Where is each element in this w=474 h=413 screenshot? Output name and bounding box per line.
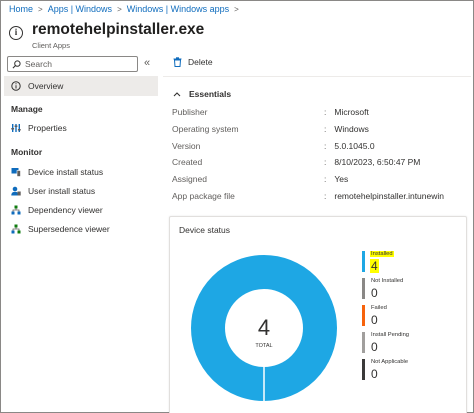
legend-value: 0: [371, 286, 378, 300]
sidebar-item-user-install-status[interactable]: User install status: [4, 181, 158, 201]
property-key: Publisher: [172, 107, 208, 117]
sidebar-item-label: Properties: [28, 123, 67, 133]
legend-color-bar: [362, 278, 365, 299]
essentials-properties: Publisher Microsoft Operating system Win…: [172, 107, 472, 208]
property-value: remotehelpinstaller.intunewin: [324, 191, 444, 201]
property-value: Windows: [324, 124, 368, 134]
search-icon: [12, 59, 21, 68]
chevron-right-icon: >: [117, 4, 122, 14]
legend-value: 0: [371, 367, 378, 381]
info-icon: [11, 81, 21, 91]
sidebar-item-overview[interactable]: Overview: [4, 76, 158, 96]
chevron-right-icon: >: [38, 4, 43, 14]
property-row: App package file remotehelpinstaller.int…: [172, 191, 472, 208]
device-status-donut[interactable]: 4 TOTAL: [189, 253, 339, 403]
page-header: i remotehelpinstaller.exe Client Apps: [9, 20, 204, 50]
search-input[interactable]: [25, 59, 135, 69]
collapse-icon[interactable]: «: [144, 57, 150, 69]
legend-item-failed[interactable]: Failed 0: [362, 305, 462, 333]
section-monitor: Monitor: [11, 147, 43, 157]
property-value: Yes: [324, 174, 348, 184]
property-key: App package file: [172, 190, 235, 201]
property-value: Microsoft: [324, 107, 368, 117]
properties-icon: [11, 123, 21, 133]
info-icon: i: [9, 26, 23, 40]
property-value: 5.0.1045.0: [324, 141, 374, 151]
main-content: Delete Essentials Publisher Microsoft Op…: [163, 52, 472, 413]
property-key: Created: [172, 157, 203, 168]
donut-total-value: 4: [258, 315, 270, 340]
legend-value: 4: [370, 259, 379, 273]
breadcrumb-apps-windows[interactable]: Apps | Windows: [48, 4, 112, 14]
property-key: Assigned: [172, 174, 207, 185]
supersedence-icon: [11, 224, 21, 234]
property-row: Version 5.0.1045.0: [172, 141, 472, 158]
property-row: Operating system Windows: [172, 124, 472, 141]
legend-value: 0: [371, 340, 378, 354]
legend-item-not-applicable[interactable]: Not Applicable 0: [362, 359, 462, 387]
sidebar-item-supersedence-viewer[interactable]: Supersedence viewer: [4, 219, 158, 239]
property-key: Version: [172, 140, 201, 151]
sidebar-item-label: Device install status: [28, 167, 104, 177]
property-row: Created 8/10/2023, 6:50:47 PM: [172, 157, 472, 174]
page-subtitle: Client Apps: [32, 41, 70, 50]
sidebar-item-device-install-status[interactable]: Device install status: [4, 162, 158, 182]
sidebar-item-properties[interactable]: Properties: [4, 118, 158, 138]
hierarchy-icon: [11, 205, 21, 215]
section-manage: Manage: [11, 104, 43, 114]
page-title: remotehelpinstaller.exe: [32, 21, 205, 38]
toolbar-divider: [163, 76, 471, 77]
trash-icon: [173, 57, 182, 67]
chevron-right-icon: >: [234, 4, 239, 14]
legend-label: Installed: [370, 251, 394, 257]
legend-label: Install Pending: [371, 332, 410, 338]
legend-label: Failed: [371, 305, 387, 311]
breadcrumb-home[interactable]: Home: [9, 4, 33, 14]
user-icon: [11, 186, 21, 196]
property-row: Publisher Microsoft: [172, 107, 472, 124]
essentials-heading: Essentials: [189, 89, 232, 99]
sidebar-item-label: User install status: [28, 186, 96, 196]
breadcrumb-windows-apps[interactable]: Windows | Windows apps: [127, 4, 229, 14]
property-value: 8/10/2023, 6:50:47 PM: [324, 157, 420, 167]
donut-total-label: TOTAL: [255, 343, 272, 349]
sidebar-item-label: Dependency viewer: [28, 205, 103, 215]
legend-color-bar: [362, 332, 365, 353]
essentials-toggle[interactable]: Essentials: [173, 89, 231, 99]
legend-item-installed[interactable]: Installed 4: [362, 251, 462, 279]
delete-label: Delete: [188, 57, 213, 67]
legend-value: 0: [371, 313, 378, 327]
property-row: Assigned Yes: [172, 174, 472, 191]
legend-item-not-installed[interactable]: Not Installed 0: [362, 278, 462, 306]
legend-color-bar: [362, 359, 365, 380]
legend-color-bar: [362, 251, 365, 272]
sidebar-item-label: Supersedence viewer: [28, 224, 110, 234]
device-icon: [11, 167, 21, 177]
legend-label: Not Installed: [371, 278, 404, 284]
delete-button[interactable]: Delete: [173, 57, 213, 67]
property-key: Operating system: [172, 123, 239, 134]
breadcrumb: Home > Apps | Windows > Windows | Window…: [9, 4, 244, 14]
sidebar-item-dependency-viewer[interactable]: Dependency viewer: [4, 200, 158, 220]
search-box[interactable]: [7, 56, 138, 72]
legend-color-bar: [362, 305, 365, 326]
legend-item-install-pending[interactable]: Install Pending 0: [362, 332, 462, 360]
chevron-up-icon: [173, 90, 181, 99]
legend-label: Not Applicable: [371, 359, 409, 365]
sidebar: « Overview Manage Properties Monitor Dev…: [4, 52, 158, 410]
sidebar-item-label: Overview: [28, 81, 64, 91]
device-status-card: Device status 4 TOTAL Installed 4 Not In…: [169, 216, 467, 413]
card-title: Device status: [179, 225, 231, 235]
